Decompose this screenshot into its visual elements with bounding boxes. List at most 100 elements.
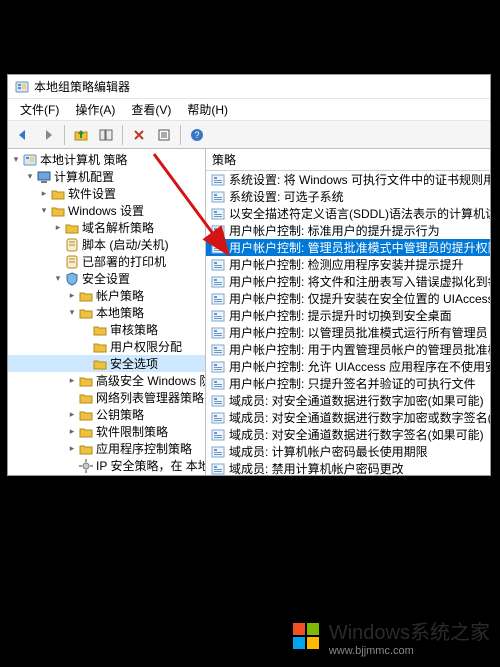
list-pane[interactable]: 策略 系统设置: 将 Windows 可执行文件中的证书规则用于软件…系统设置:…	[206, 149, 490, 475]
tree-node[interactable]: ▾ 本地策略	[8, 304, 205, 321]
expander-closed-icon[interactable]: ▸	[52, 222, 64, 234]
tree-node[interactable]: ▸ 软件限制策略	[8, 423, 205, 440]
policy-row[interactable]: 域成员: 对安全通道数据进行数字加密或数字签名(始终)	[206, 409, 490, 426]
policy-item-icon	[210, 308, 226, 324]
tree-node[interactable]: 已部署的打印机	[8, 253, 205, 270]
list-header-label: 策略	[212, 151, 236, 168]
tree-node[interactable]: ▸ 域名解析策略	[8, 219, 205, 236]
policy-row-label: 用户帐户控制: 以管理员批准模式运行所有管理员	[229, 324, 488, 341]
expander-open-icon[interactable]: ▾	[38, 205, 50, 217]
tree-node-label: 用户权限分配	[110, 338, 182, 355]
tree-node[interactable]: 网络列表管理器策略	[8, 389, 205, 406]
folder-icon	[78, 390, 94, 406]
list-header[interactable]: 策略	[206, 149, 490, 171]
folder-icon	[92, 339, 108, 355]
tree-root-label: 本地计算机 策略	[40, 151, 127, 168]
policy-row-label: 域成员: 对安全通道数据进行数字加密(如果可能)	[229, 392, 484, 409]
computer-icon	[36, 169, 52, 185]
folder-icon	[50, 203, 66, 219]
tree-node-label: 域名解析策略	[82, 219, 154, 236]
policy-item-icon	[210, 240, 226, 256]
policy-row[interactable]: 用户帐户控制: 仅提升安装在安全位置的 UIAccess 应用程序	[206, 290, 490, 307]
menu-view[interactable]: 查看(V)	[123, 99, 179, 120]
tree-node[interactable]: IP 安全策略，在 本地计	[8, 457, 205, 474]
policy-item-icon	[210, 291, 226, 307]
tree-node-label: 本地策略	[96, 304, 144, 321]
app-icon	[14, 79, 30, 95]
watermark-text-group: Windows系统之家 www.bjjmmc.com	[329, 616, 490, 657]
policy-row[interactable]: 域成员: 计算机帐户密码最长使用期限	[206, 443, 490, 460]
expander-none	[52, 239, 64, 251]
tree-node[interactable]: ▸软件设置	[8, 185, 205, 202]
toolbar-delete-button[interactable]	[128, 124, 150, 146]
expander-closed-icon[interactable]: ▸	[66, 409, 78, 421]
policy-row-label: 域成员: 禁用计算机帐户密码更改	[229, 460, 404, 475]
policy-row[interactable]: 域成员: 禁用计算机帐户密码更改	[206, 460, 490, 475]
gear-icon	[78, 458, 94, 474]
expander-closed-icon[interactable]: ▸	[66, 375, 78, 387]
expander-none	[80, 324, 92, 336]
tree-node[interactable]: ▸应用程序控制策略	[8, 440, 205, 457]
policy-row[interactable]: 用户帐户控制: 以管理员批准模式运行所有管理员	[206, 324, 490, 341]
expander-open-icon[interactable]: ▾	[66, 307, 78, 319]
policy-item-icon	[210, 223, 226, 239]
toolbar-properties-button[interactable]	[153, 124, 175, 146]
policy-row-label: 用户帐户控制: 将文件和注册表写入错误虚拟化到每用户位置	[229, 273, 490, 290]
policy-row[interactable]: 以安全描述符定义语言(SDDL)语法表示的计算机访问限制	[206, 205, 490, 222]
policy-row[interactable]: 域成员: 对安全通道数据进行数字加密(如果可能)	[206, 392, 490, 409]
tree-node-label: 高级安全 Windows 防火	[96, 372, 206, 389]
svg-text:?: ?	[194, 130, 199, 140]
expander-none	[80, 358, 92, 370]
expander-closed-icon[interactable]: ▸	[66, 426, 78, 438]
policy-row[interactable]: 用户帐户控制: 将文件和注册表写入错误虚拟化到每用户位置	[206, 273, 490, 290]
menu-help[interactable]: 帮助(H)	[179, 99, 236, 120]
policy-row[interactable]: 系统设置: 将 Windows 可执行文件中的证书规则用于软件…	[206, 171, 490, 188]
policy-row[interactable]: 用户帐户控制: 提示提升时切换到安全桌面	[206, 307, 490, 324]
policy-row[interactable]: 用户帐户控制: 管理员批准模式中管理员的提升权限提示的…	[206, 239, 490, 256]
toolbar-up-button[interactable]	[70, 124, 92, 146]
policy-row[interactable]: 用户帐户控制: 用于内置管理员帐户的管理员批准模式	[206, 341, 490, 358]
expander-closed-icon[interactable]: ▸	[66, 443, 78, 455]
menu-action[interactable]: 操作(A)	[67, 99, 123, 120]
scroll-icon	[64, 237, 80, 253]
policy-row[interactable]: 域成员: 对安全通道数据进行数字签名(如果可能)	[206, 426, 490, 443]
tree-node-label: 脚本 (启动/关机)	[82, 236, 169, 253]
window-title: 本地组策略编辑器	[34, 78, 130, 95]
toolbar-show-hide-button[interactable]	[95, 124, 117, 146]
titlebar: 本地组策略编辑器	[8, 75, 490, 99]
tree-node[interactable]: 审核策略	[8, 321, 205, 338]
tree-node-label: 软件限制策略	[96, 423, 168, 440]
tree-node[interactable]: ▸公钥策略	[8, 406, 205, 423]
policy-row-label: 用户帐户控制: 标准用户的提升提示行为	[229, 222, 440, 239]
policy-row-label: 域成员: 对安全通道数据进行数字签名(如果可能)	[229, 426, 484, 443]
expander-closed-icon[interactable]: ▸	[38, 188, 50, 200]
tree-node-label: 安全选项	[110, 355, 158, 372]
menu-file[interactable]: 文件(F)	[12, 99, 67, 120]
tree-pane[interactable]: ▾ 本地计算机 策略 ▾计算机配置▸软件设置▾Windows 设置 ▸ 域名解析策略…	[8, 149, 206, 475]
policy-row[interactable]: 用户帐户控制: 标准用户的提升提示行为	[206, 222, 490, 239]
policy-row[interactable]: 用户帐户控制: 允许 UIAccess 应用程序在不使用安全桌面…	[206, 358, 490, 375]
expander-closed-icon[interactable]: ▸	[66, 290, 78, 302]
tree-node[interactable]: 脚本 (启动/关机)	[8, 236, 205, 253]
tree-node[interactable]: ▾安全设置	[8, 270, 205, 287]
tree-node[interactable]: ▾Windows 设置	[8, 202, 205, 219]
expander-open-icon[interactable]: ▾	[10, 154, 22, 166]
tree-node-label: 帐户策略	[96, 287, 144, 304]
tree-node[interactable]: ▸ 高级安全 Windows 防火	[8, 372, 205, 389]
expander-open-icon[interactable]: ▾	[52, 273, 64, 285]
tree-node[interactable]: 安全选项	[8, 355, 205, 372]
tree-node[interactable]: 用户权限分配	[8, 338, 205, 355]
shield-icon	[64, 271, 80, 287]
expander-open-icon[interactable]: ▾	[24, 171, 36, 183]
policy-row-label: 系统设置: 将 Windows 可执行文件中的证书规则用于软件…	[229, 171, 490, 188]
toolbar-help-button[interactable]: ?	[186, 124, 208, 146]
tree-node[interactable]: ▸高级审核策略配置	[8, 474, 205, 475]
policy-row[interactable]: 用户帐户控制: 只提升签名并验证的可执行文件	[206, 375, 490, 392]
tree-root[interactable]: ▾ 本地计算机 策略	[8, 151, 205, 168]
tree-node[interactable]: ▾计算机配置	[8, 168, 205, 185]
toolbar-forward-button[interactable]	[37, 124, 59, 146]
toolbar-back-button[interactable]	[12, 124, 34, 146]
policy-row[interactable]: 用户帐户控制: 检测应用程序安装并提示提升	[206, 256, 490, 273]
policy-row[interactable]: 系统设置: 可选子系统	[206, 188, 490, 205]
tree-node[interactable]: ▸ 帐户策略	[8, 287, 205, 304]
